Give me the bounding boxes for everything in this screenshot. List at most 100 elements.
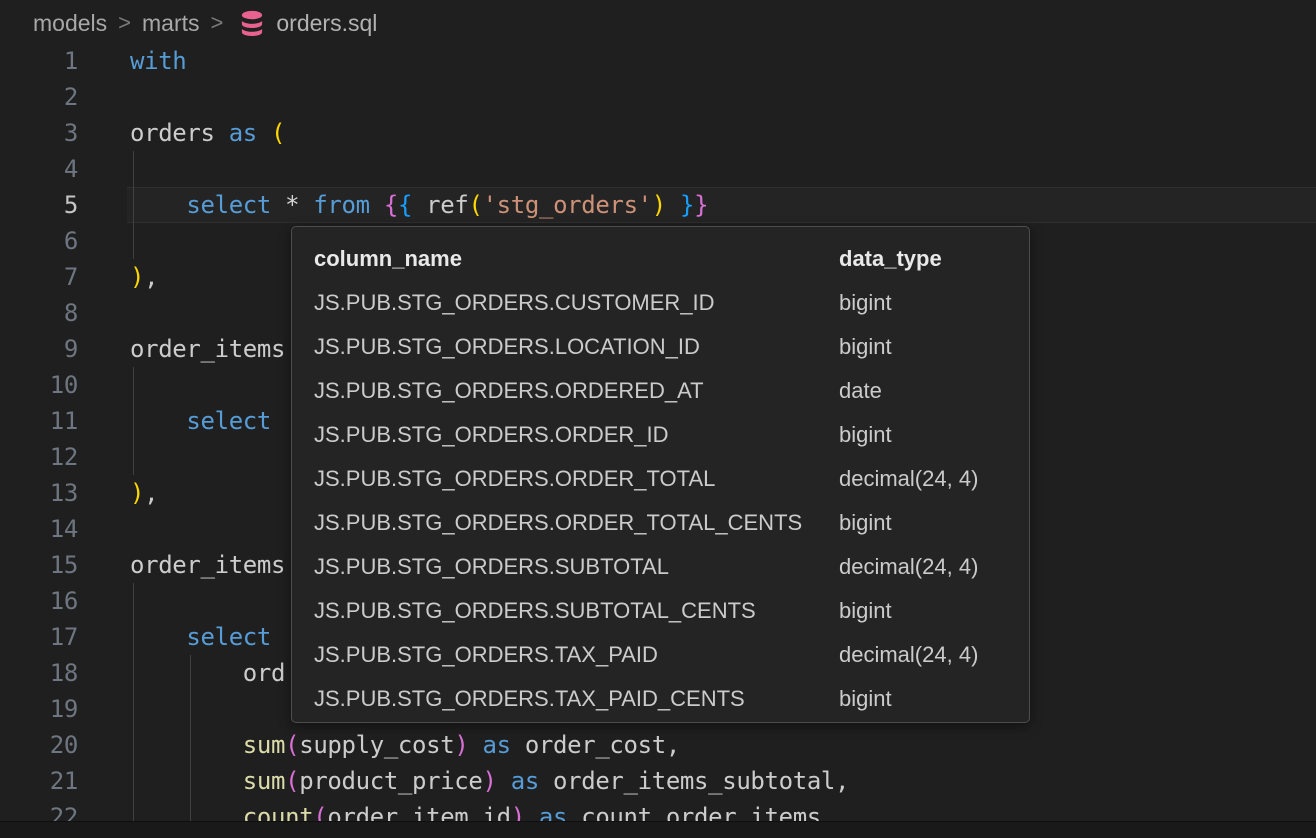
editor-bottom-edge bbox=[0, 821, 1316, 838]
code-token: ord bbox=[130, 659, 285, 687]
hover-cell-column-name: JS.PUB.STG_ORDERS.ORDER_TOTAL_CENTS bbox=[314, 501, 839, 545]
line-number[interactable]: 12 bbox=[0, 439, 78, 475]
hover-row: JS.PUB.STG_ORDERS.TAX_PAIDdecimal(24, 4) bbox=[292, 633, 1029, 677]
code-token: } bbox=[694, 191, 708, 219]
code-token bbox=[370, 191, 384, 219]
hover-cell-column-name: JS.PUB.STG_ORDERS.TAX_PAID bbox=[314, 633, 839, 677]
code-token: * bbox=[271, 191, 313, 219]
line-number[interactable]: 7 bbox=[0, 259, 78, 295]
code-text[interactable]: orders as ( bbox=[130, 115, 285, 151]
code-text[interactable]: sum(supply_cost) as order_cost, bbox=[130, 727, 680, 763]
code-line[interactable]: 20 sum(supply_cost) as order_cost, bbox=[0, 727, 1316, 763]
line-number[interactable]: 4 bbox=[0, 151, 78, 187]
hover-cell-column-name: JS.PUB.STG_ORDERS.ORDER_ID bbox=[314, 413, 839, 457]
line-number[interactable]: 17 bbox=[0, 619, 78, 655]
code-token bbox=[130, 623, 186, 651]
hover-cell-data-type: bigint bbox=[839, 281, 1029, 325]
hover-row: JS.PUB.STG_ORDERS.ORDERED_ATdate bbox=[292, 369, 1029, 413]
code-line[interactable]: 4 bbox=[0, 151, 1316, 187]
hover-cell-column-name: JS.PUB.STG_ORDERS.ORDERED_AT bbox=[314, 369, 839, 413]
code-token: as bbox=[483, 731, 511, 759]
line-number[interactable]: 13 bbox=[0, 475, 78, 511]
code-line[interactable]: 3 orders as ( bbox=[0, 115, 1316, 151]
line-number[interactable]: 20 bbox=[0, 727, 78, 763]
hover-cell-data-type: bigint bbox=[839, 677, 1029, 721]
hover-header-row: column_name data_type bbox=[292, 237, 1029, 281]
hover-cell-data-type: bigint bbox=[839, 589, 1029, 633]
code-token: supply_cost bbox=[299, 731, 454, 759]
hover-header-column-name: column_name bbox=[314, 237, 839, 281]
line-number[interactable]: 14 bbox=[0, 511, 78, 547]
code-token: as bbox=[229, 119, 257, 147]
code-token: ( bbox=[468, 191, 482, 219]
line-number[interactable]: 8 bbox=[0, 295, 78, 331]
hover-cell-column-name: JS.PUB.STG_ORDERS.SUBTOTAL_CENTS bbox=[314, 589, 839, 633]
line-number[interactable]: 10 bbox=[0, 367, 78, 403]
code-token: order_items_subtotal, bbox=[539, 767, 849, 795]
hover-widget: column_name data_type JS.PUB.STG_ORDERS.… bbox=[291, 226, 1030, 723]
line-number[interactable]: 15 bbox=[0, 547, 78, 583]
code-token: with bbox=[130, 47, 186, 75]
line-number[interactable]: 21 bbox=[0, 763, 78, 799]
hover-cell-column-name: JS.PUB.STG_ORDERS.LOCATION_ID bbox=[314, 325, 839, 369]
code-token: ( bbox=[285, 767, 299, 795]
line-number[interactable]: 3 bbox=[0, 115, 78, 151]
code-token: ( bbox=[271, 119, 285, 147]
code-token: order_items bbox=[130, 335, 285, 363]
line-number[interactable]: 6 bbox=[0, 223, 78, 259]
code-line[interactable]: 1 with bbox=[0, 43, 1316, 79]
line-number[interactable]: 9 bbox=[0, 331, 78, 367]
code-token: { bbox=[398, 191, 412, 219]
code-token: order_cost, bbox=[511, 731, 680, 759]
hover-cell-column-name: JS.PUB.STG_ORDERS.ORDER_TOTAL bbox=[314, 457, 839, 501]
line-number[interactable]: 19 bbox=[0, 691, 78, 727]
code-token: ) bbox=[130, 263, 144, 291]
hover-cell-data-type: bigint bbox=[839, 413, 1029, 457]
code-line[interactable]: 2 bbox=[0, 79, 1316, 115]
hover-row: JS.PUB.STG_ORDERS.ORDER_TOTALdecimal(24,… bbox=[292, 457, 1029, 501]
code-line[interactable]: 21 sum(product_price) as order_items_sub… bbox=[0, 763, 1316, 799]
code-text[interactable]: select * from {{ ref('stg_orders') }} bbox=[130, 187, 708, 223]
hover-cell-data-type: decimal(24, 4) bbox=[839, 457, 1029, 501]
code-token: order_items bbox=[130, 551, 285, 579]
line-number[interactable]: 18 bbox=[0, 655, 78, 691]
code-token bbox=[130, 731, 243, 759]
hover-rows: JS.PUB.STG_ORDERS.CUSTOMER_IDbigintJS.PU… bbox=[292, 281, 1029, 721]
line-number[interactable]: 1 bbox=[0, 43, 78, 79]
hover-cell-data-type: date bbox=[839, 369, 1029, 413]
hover-header-data-type: data_type bbox=[839, 237, 1029, 281]
code-text[interactable]: ), bbox=[130, 259, 158, 295]
code-token: { bbox=[384, 191, 398, 219]
hover-row: JS.PUB.STG_ORDERS.CUSTOMER_IDbigint bbox=[292, 281, 1029, 325]
code-text[interactable]: ), bbox=[130, 475, 158, 511]
code-token: ) bbox=[130, 479, 144, 507]
code-text[interactable]: sum(product_price) as order_items_subtot… bbox=[130, 763, 849, 799]
code-token: ) bbox=[483, 767, 497, 795]
code-token bbox=[130, 191, 186, 219]
code-token: } bbox=[680, 191, 694, 219]
line-number[interactable]: 16 bbox=[0, 583, 78, 619]
code-text[interactable]: order_items bbox=[130, 331, 285, 367]
code-text[interactable]: ord bbox=[130, 655, 285, 691]
code-text[interactable]: select bbox=[130, 403, 271, 439]
hover-cell-data-type: bigint bbox=[839, 501, 1029, 545]
line-number[interactable]: 5 bbox=[0, 187, 78, 223]
hover-row: JS.PUB.STG_ORDERS.TAX_PAID_CENTSbigint bbox=[292, 677, 1029, 721]
code-token: from bbox=[313, 191, 369, 219]
code-text[interactable]: with bbox=[130, 43, 186, 79]
line-number[interactable]: 11 bbox=[0, 403, 78, 439]
code-text[interactable]: select bbox=[130, 619, 271, 655]
code-token: sum bbox=[243, 731, 285, 759]
code-token: ( bbox=[285, 731, 299, 759]
code-line[interactable]: 5 select * from {{ ref('stg_orders') }} bbox=[0, 187, 1316, 223]
code-token bbox=[130, 407, 186, 435]
code-token: ref bbox=[412, 191, 468, 219]
code-token bbox=[257, 119, 271, 147]
line-number[interactable]: 2 bbox=[0, 79, 78, 115]
hover-row: JS.PUB.STG_ORDERS.SUBTOTAL_CENTSbigint bbox=[292, 589, 1029, 633]
hover-cell-data-type: decimal(24, 4) bbox=[839, 545, 1029, 589]
code-token: sum bbox=[243, 767, 285, 795]
code-text[interactable]: order_items bbox=[130, 547, 285, 583]
code-token: as bbox=[511, 767, 539, 795]
code-token: select bbox=[186, 191, 271, 219]
